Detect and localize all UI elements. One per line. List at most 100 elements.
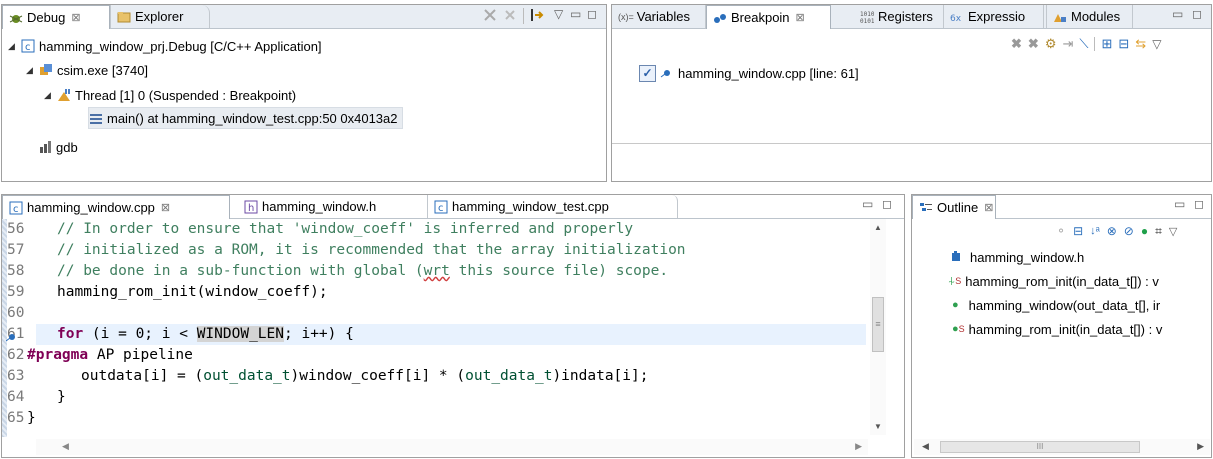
scroll-right-icon[interactable]: ▶	[855, 441, 862, 452]
hide-fields-icon[interactable]: ⚬	[1056, 224, 1066, 238]
maximize-icon[interactable]: ◻	[882, 197, 892, 211]
minimize-icon[interactable]: ▭	[570, 7, 581, 21]
tab-modules[interactable]: Modules	[1046, 5, 1133, 28]
breakpoint-marker-icon[interactable]	[5, 330, 16, 345]
close-icon[interactable]: ⊠	[796, 11, 805, 24]
debug-view: Debug ⊠ Explorer ▽ ▭ ◻ ◢ c hamming_windo…	[1, 4, 607, 182]
outline-tabbar: Outline ⊠ ▭ ◻	[912, 195, 1211, 219]
maximize-icon[interactable]: ◻	[1194, 197, 1204, 211]
link-with-debug-icon[interactable]: ⇆	[1135, 36, 1146, 52]
collapse-all-icon[interactable]: ⊟	[1073, 224, 1083, 238]
collapse-arrow-icon[interactable]: ◢	[8, 41, 18, 52]
close-icon[interactable]: ⊠	[984, 201, 993, 214]
tab-outline-label: Outline	[937, 200, 979, 215]
hide-static-icon[interactable]: ⊘	[1124, 224, 1134, 238]
scroll-up-icon[interactable]: ▲	[874, 223, 882, 232]
tab-outline[interactable]: Outline ⊠	[912, 195, 996, 219]
keyword: for	[57, 326, 84, 342]
code-line-56: // In order to ensure that 'window_coeff…	[57, 221, 634, 237]
code-line-65: }	[27, 410, 36, 426]
tab-hamming-window-cpp[interactable]: c hamming_window.cpp ⊠	[2, 195, 230, 219]
tab-registers[interactable]: 1010 0101 Registers	[854, 5, 944, 28]
tab-breakpoints[interactable]: Breakpoin ⊠	[706, 5, 831, 29]
tree-item-process-label: csim.exe [3740]	[57, 62, 149, 78]
sort-icon[interactable]: ↓ᵃ	[1090, 225, 1100, 237]
remove-terminated-icon[interactable]	[482, 7, 498, 23]
editor-horizontal-scrollbar[interactable]: ◀ ▶	[36, 439, 868, 455]
tree-item-thread[interactable]: ◢ Thread [1] 0 (Suspended : Breakpoint)	[44, 85, 296, 105]
tab-debug-label: Debug	[27, 10, 66, 25]
tree-item-app-label: hamming_window_prj.Debug [C/C++ Applicat…	[39, 38, 322, 54]
collapse-arrow-icon[interactable]: ◢	[44, 90, 54, 101]
show-breakpoints-icon[interactable]: ⚙	[1045, 36, 1057, 52]
outline-item-include[interactable]: hamming_window.h	[950, 246, 1084, 268]
debug-tabbar: Debug ⊠ Explorer ▽ ▭ ◻	[2, 5, 606, 29]
maximize-icon[interactable]: ◻	[587, 7, 597, 21]
scroll-down-icon[interactable]: ▼	[874, 422, 882, 431]
tab-expressions[interactable]: 6x Expressio	[944, 5, 1044, 28]
tab-variables-label: Variables	[636, 9, 690, 24]
tab-variables[interactable]: (x)= Variables	[612, 5, 706, 28]
tree-item-process[interactable]: ◢ csim.exe [3740]	[26, 60, 148, 80]
step-into-icon[interactable]	[529, 7, 545, 23]
editor-tabbar: c hamming_window.cpp ⊠ h hamming_window.…	[2, 195, 904, 219]
hide-macros-icon[interactable]: ⌗	[1155, 224, 1162, 239]
close-icon[interactable]: ⊠	[71, 11, 80, 24]
gdb-icon	[38, 140, 52, 154]
go-to-file-icon[interactable]: ⇥	[1062, 36, 1073, 52]
tab-hamming-window-test-cpp[interactable]: c hamming_window_test.cpp	[428, 195, 678, 218]
line-number: 60	[7, 305, 25, 321]
svg-text:c: c	[25, 42, 31, 53]
explorer-folder-icon	[117, 10, 131, 24]
svg-text:0101: 0101	[860, 18, 874, 24]
static-function-icon: ●	[952, 323, 959, 335]
tree-item-app[interactable]: ◢ c hamming_window_prj.Debug [C/C++ Appl…	[8, 36, 322, 56]
static-badge: S	[955, 276, 962, 286]
tab-explorer[interactable]: Explorer	[110, 5, 210, 28]
outline-item-function[interactable]: ● hamming_window(out_data_t[], ir	[952, 294, 1160, 316]
outline-item-static-function[interactable]: ⍭ S hamming_rom_init(in_data_t[]) : v	[948, 270, 1159, 292]
remove-all-breakpoints-icon[interactable]: ✖	[1028, 36, 1039, 52]
remove-all-terminated-icon[interactable]	[502, 7, 518, 23]
editor-vertical-scrollbar[interactable]: ▲ ≡ ▼	[870, 219, 886, 435]
tree-item-gdb[interactable]: gdb	[38, 137, 78, 157]
minimize-icon[interactable]: ▭	[1174, 197, 1185, 211]
hide-non-public-icon[interactable]: ⊗	[1107, 224, 1117, 238]
overview-ruler[interactable]	[888, 219, 904, 435]
scroll-left-icon[interactable]: ◀	[62, 441, 69, 452]
minimize-icon[interactable]: ▭	[862, 197, 873, 211]
code-line-62: #pragma AP pipeline	[27, 345, 193, 366]
variables-icon: (x)=	[618, 11, 634, 22]
tab-debug[interactable]: Debug ⊠	[2, 5, 110, 29]
type-name: out_data_t	[203, 368, 291, 384]
scroll-left-icon[interactable]: ◀	[922, 441, 929, 452]
collapse-all-icon[interactable]: ⊟	[1118, 36, 1129, 52]
outline-horizontal-scrollbar[interactable]: ◀ III ▶	[914, 439, 1210, 455]
minimize-icon[interactable]: ▭	[1172, 7, 1183, 21]
tree-item-stack-frame[interactable]: main() at hamming_window_test.cpp:50 0x4…	[88, 107, 403, 129]
scroll-thumb[interactable]: III	[940, 441, 1140, 453]
scroll-thumb[interactable]: ≡	[872, 297, 884, 352]
hide-members-icon[interactable]: ●	[1141, 224, 1148, 238]
code-line-57: // initialized as a ROM, it is recommend…	[57, 242, 686, 258]
view-menu-icon[interactable]: ▽	[1169, 225, 1177, 238]
collapse-arrow-icon[interactable]: ◢	[26, 65, 36, 76]
breakpoint-row[interactable]: ✓ hamming_window.cpp [line: 61]	[639, 63, 859, 83]
code-fragment: // be done in a sub-function with global…	[57, 263, 424, 279]
remove-breakpoint-icon[interactable]: ✖	[1011, 36, 1022, 52]
close-icon[interactable]: ⊠	[161, 201, 170, 214]
tab-hamming-window-h[interactable]: h hamming_window.h	[238, 195, 428, 218]
tab-expressions-label: Expressio	[968, 9, 1026, 24]
scroll-right-icon[interactable]: ▶	[1197, 441, 1204, 452]
skip-breakpoints-icon[interactable]: ⟍	[1079, 36, 1088, 52]
maximize-icon[interactable]: ◻	[1192, 7, 1202, 21]
cpp-file-icon: c	[434, 200, 448, 214]
view-menu-icon[interactable]: ▽	[554, 7, 563, 21]
breakpoint-checkbox[interactable]: ✓	[639, 64, 656, 82]
outline-item-static-function[interactable]: ● S hamming_rom_init(in_data_t[]) : v	[952, 318, 1162, 340]
expand-all-icon[interactable]: ⊞	[1101, 36, 1112, 52]
breakpoint-icon	[713, 11, 727, 25]
toolbar-separator	[1094, 37, 1096, 51]
view-menu-icon[interactable]: ▽	[1152, 37, 1161, 51]
code-editor[interactable]: 56 57 58 59 60 61 62 63 64 65 // In orde…	[2, 219, 868, 437]
